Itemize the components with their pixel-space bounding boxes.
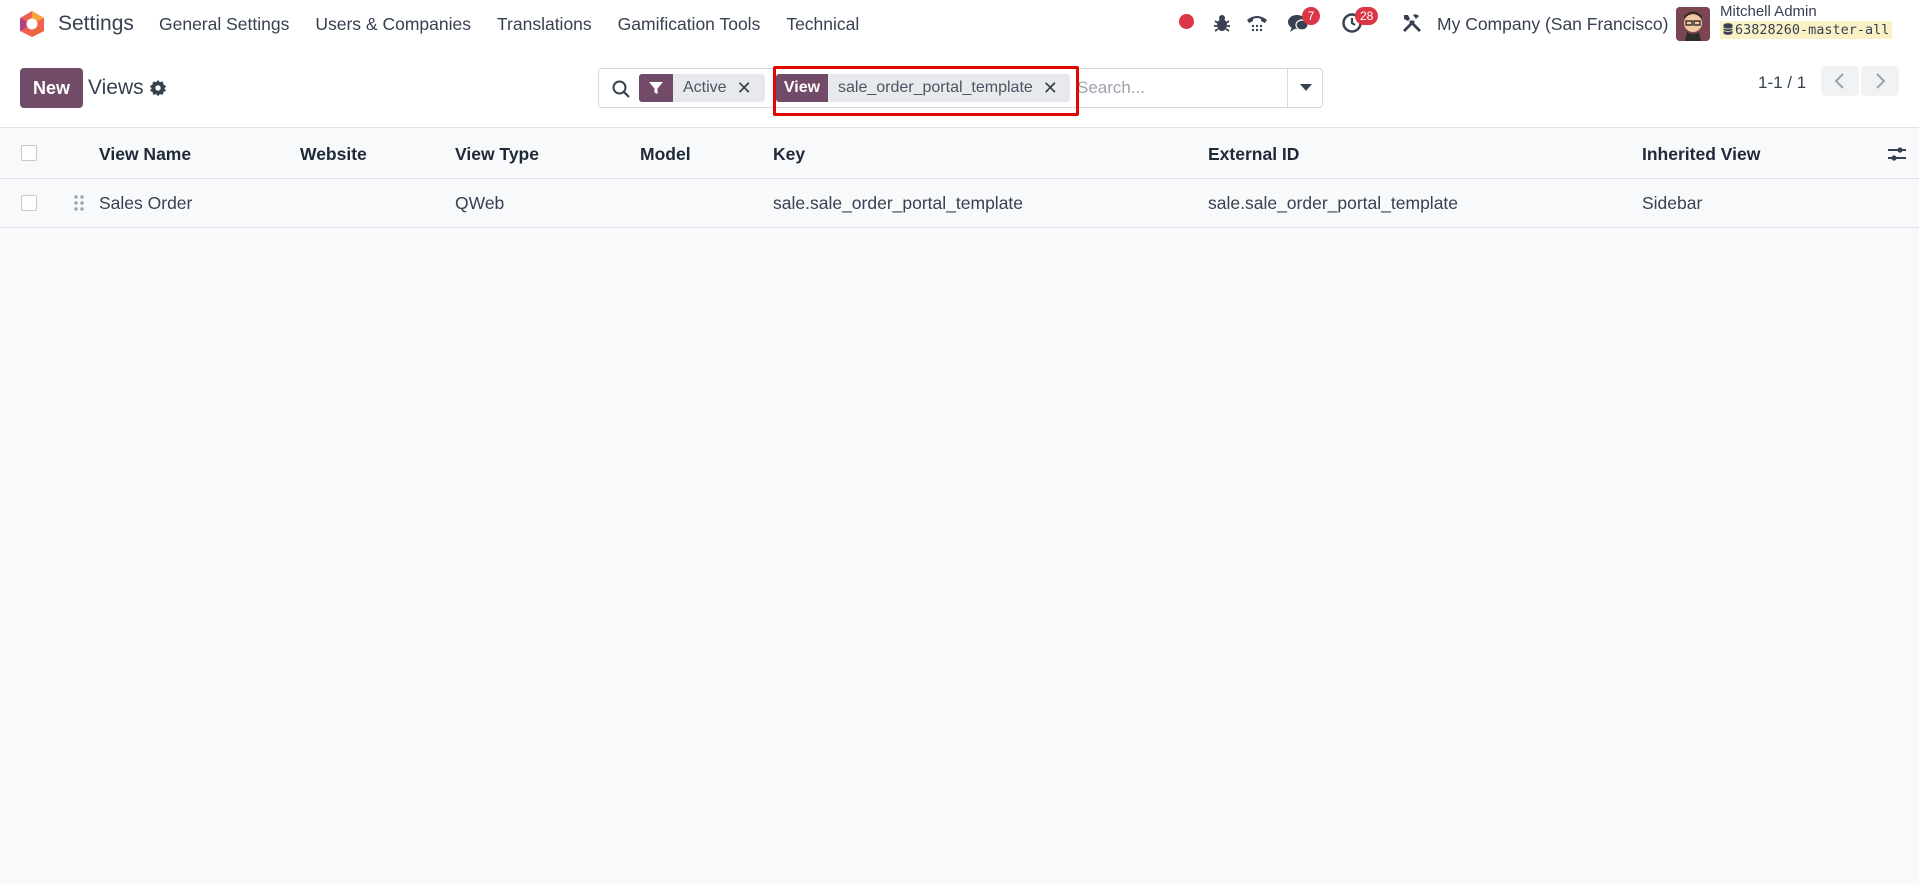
- filter-facet-view: View sale_order_portal_template ✕: [776, 74, 1070, 102]
- column-external-id[interactable]: External ID: [1208, 144, 1299, 165]
- close-icon[interactable]: ✕: [737, 74, 760, 102]
- new-button[interactable]: New: [20, 68, 83, 108]
- row-checkbox[interactable]: [21, 195, 37, 211]
- column-view-type[interactable]: View Type: [455, 144, 539, 165]
- main-menu: General Settings Users & Companies Trans…: [159, 14, 885, 35]
- search-icon[interactable]: [611, 79, 631, 99]
- column-key[interactable]: Key: [773, 144, 805, 165]
- database-name: 63828260-master-all: [1720, 21, 1893, 39]
- table-row[interactable]: Sales Order QWeb sale.sale_order_portal_…: [0, 179, 1919, 228]
- chevron-right-icon: [1876, 73, 1886, 89]
- select-all-checkbox[interactable]: [21, 145, 37, 161]
- menu-users-companies[interactable]: Users & Companies: [315, 14, 471, 35]
- top-navbar: Settings General Settings Users & Compan…: [0, 0, 1919, 48]
- database-label: 63828260-master-all: [1735, 22, 1890, 38]
- cell-view-type: QWeb: [455, 193, 505, 213]
- pager-previous-button[interactable]: [1821, 66, 1859, 96]
- cell-view-name: Sales Order: [99, 193, 193, 213]
- messages-badge: 7: [1302, 7, 1320, 25]
- company-switcher[interactable]: My Company (San Francisco): [1437, 14, 1668, 35]
- list-header: View Name Website View Type Model Key Ex…: [0, 129, 1919, 179]
- user-avatar-icon: [1676, 7, 1710, 41]
- breadcrumb: Views: [88, 76, 144, 99]
- drag-handle-icon[interactable]: [73, 194, 85, 212]
- column-inherited-view[interactable]: Inherited View: [1642, 144, 1760, 165]
- chevron-left-icon: [1834, 73, 1844, 89]
- search-options-toggle[interactable]: [1287, 69, 1323, 107]
- column-website[interactable]: Website: [300, 144, 367, 165]
- cell-external-id: sale.sale_order_portal_template: [1208, 193, 1459, 213]
- cell-inherited-view: Sidebar: [1642, 193, 1703, 213]
- record-dot-icon[interactable]: [1179, 14, 1194, 29]
- cell-key: sale.sale_order_portal_template: [773, 193, 1024, 213]
- column-view-name[interactable]: View Name: [99, 144, 191, 165]
- menu-translations[interactable]: Translations: [497, 14, 592, 35]
- menu-general-settings[interactable]: General Settings: [159, 14, 289, 35]
- facet-value-view: sale_order_portal_template: [838, 79, 1033, 96]
- filter-icon: [639, 74, 673, 102]
- tools-icon[interactable]: [1400, 11, 1424, 35]
- app-name[interactable]: Settings: [58, 12, 134, 36]
- database-icon: [1723, 23, 1733, 35]
- caret-down-icon: [1299, 84, 1312, 91]
- column-model[interactable]: Model: [640, 144, 691, 165]
- close-icon[interactable]: ✕: [1043, 74, 1066, 102]
- avatar[interactable]: [1676, 7, 1710, 41]
- pager-value[interactable]: 1-1 / 1: [1758, 73, 1806, 93]
- phone-icon[interactable]: [1245, 11, 1269, 35]
- filter-facet-active: Active ✕: [639, 74, 765, 102]
- facet-label-view: View: [776, 74, 828, 102]
- bug-icon[interactable]: [1210, 11, 1234, 35]
- facet-value-active: Active: [683, 79, 727, 96]
- pager-next-button[interactable]: [1861, 66, 1899, 96]
- control-panel: New Views Active ✕ View sale_order_porta…: [0, 48, 1919, 128]
- user-name[interactable]: Mitchell Admin: [1720, 3, 1817, 20]
- menu-gamification-tools[interactable]: Gamification Tools: [618, 14, 761, 35]
- activities-badge: 28: [1355, 7, 1379, 25]
- search-bar: Active ✕ View sale_order_portal_template…: [598, 68, 1323, 108]
- app-logo-icon[interactable]: [18, 10, 46, 38]
- menu-technical[interactable]: Technical: [786, 14, 859, 35]
- gear-icon[interactable]: [149, 79, 167, 97]
- optional-columns-icon[interactable]: [1887, 145, 1907, 163]
- search-input[interactable]: [1077, 75, 1282, 101]
